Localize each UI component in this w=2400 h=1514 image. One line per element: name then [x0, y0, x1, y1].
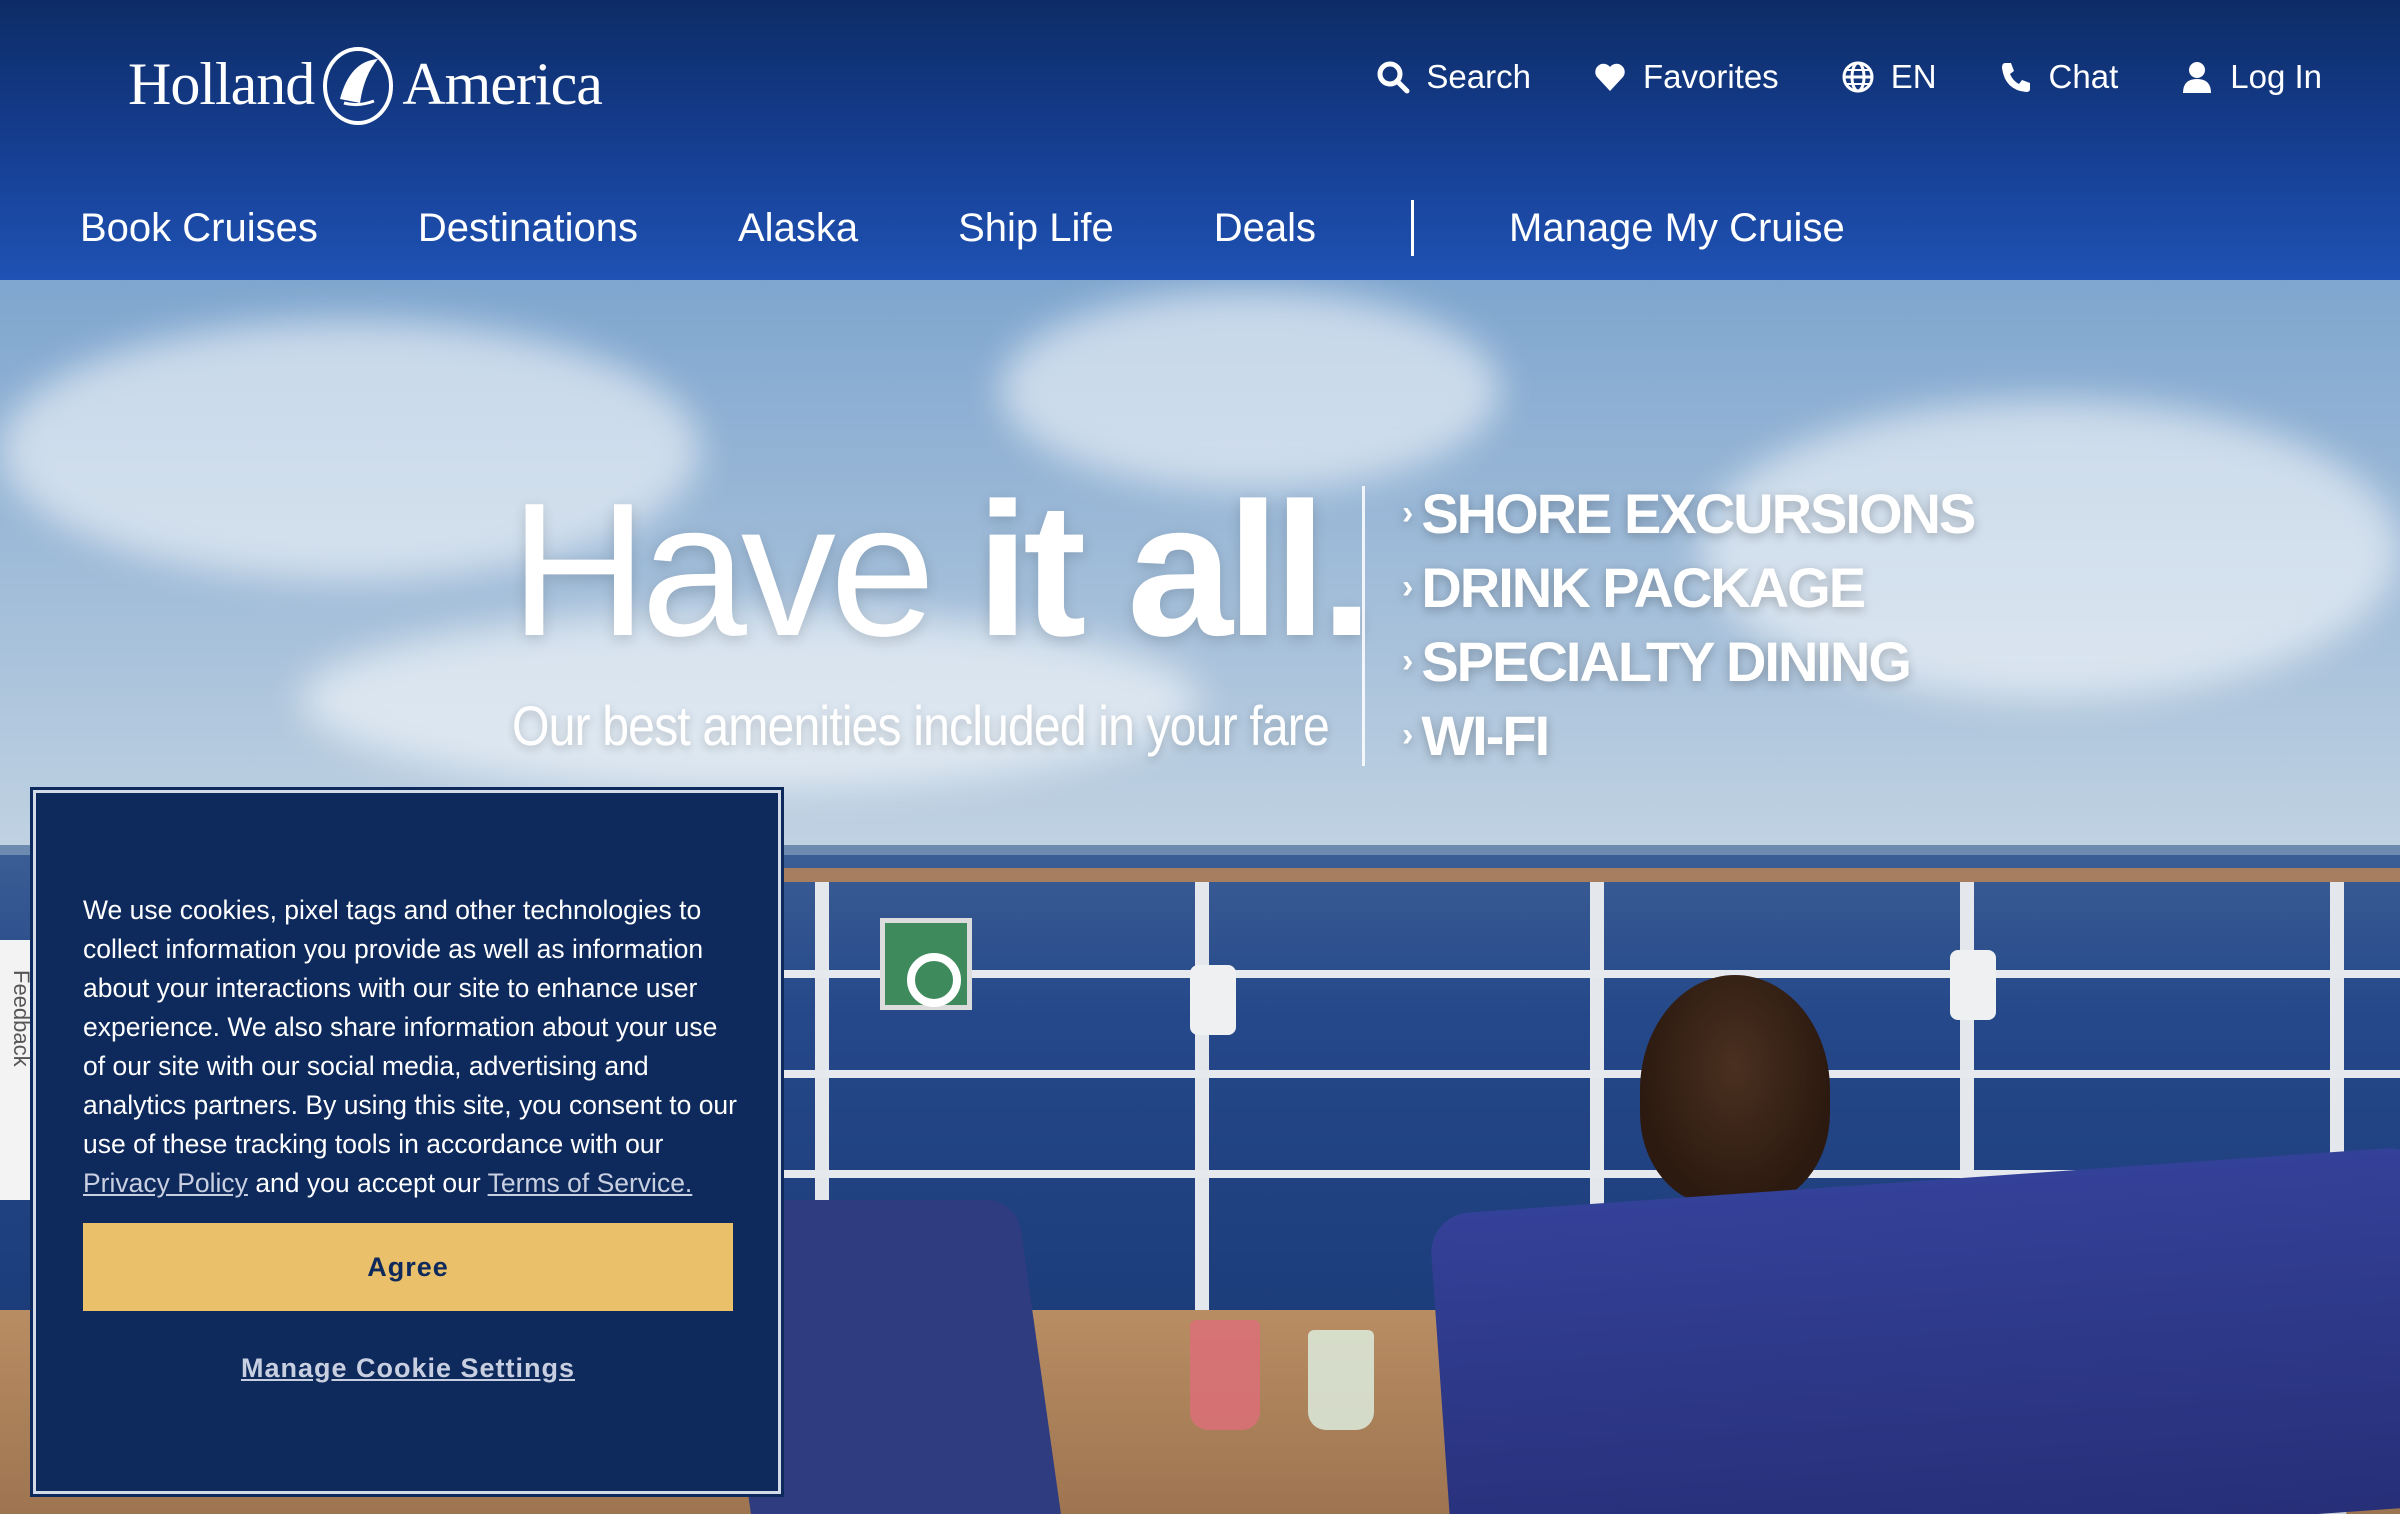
amenity-item: › SPECIALTY DINING: [1402, 624, 1974, 698]
holland-america-logo[interactable]: Holland America: [128, 34, 603, 134]
amenity-label: SHORE EXCURSIONS: [1421, 481, 1976, 545]
login-label: Log In: [2230, 58, 2322, 95]
privacy-policy-link[interactable]: Privacy Policy: [83, 1168, 248, 1198]
feedback-label: Feedback: [9, 970, 34, 1067]
search-label: Search: [1426, 58, 1531, 95]
nav-book-cruises[interactable]: Book Cruises: [80, 206, 318, 251]
hero-headline: Have it all.: [510, 475, 1373, 665]
favorites-label: Favorites: [1642, 58, 1779, 95]
amenity-label: DRINK PACKAGE: [1421, 555, 1866, 619]
cookie-middle-text: and you accept our: [255, 1168, 481, 1198]
logo-text-right: America: [402, 50, 603, 117]
favorites-link[interactable]: Favorites: [1593, 58, 1779, 96]
utility-nav: Search Favorites EN Chat Log In: [1376, 58, 2322, 96]
logo-seal-icon: [323, 47, 394, 125]
search-link[interactable]: Search: [1376, 58, 1531, 96]
feedback-tab[interactable]: Feedback: [0, 940, 36, 1200]
person-hair: [1640, 975, 1830, 1205]
cocktail-glass: [1308, 1330, 1374, 1430]
nav-divider: [1411, 200, 1414, 256]
cloud: [1000, 290, 1500, 490]
amenity-label: SPECIALTY DINING: [1421, 629, 1912, 693]
cookie-body-text: We use cookies, pixel tags and other tec…: [83, 895, 737, 1159]
chevron-right-icon: ›: [1402, 641, 1413, 680]
agree-button[interactable]: Agree: [83, 1223, 733, 1311]
chevron-right-icon: ›: [1402, 567, 1413, 606]
language-label: EN: [1890, 58, 1937, 95]
chevron-right-icon: ›: [1402, 493, 1413, 532]
user-icon: [2183, 62, 2212, 93]
language-selector[interactable]: EN: [1841, 58, 1937, 96]
globe-icon: [1842, 61, 1874, 93]
headline-light: Have: [510, 464, 977, 676]
amenity-item: › SHORE EXCURSIONS: [1402, 476, 1976, 550]
logo-text-left: Holland: [128, 50, 315, 117]
nav-manage-my-cruise[interactable]: Manage My Cruise: [1509, 206, 1845, 251]
nav-alaska[interactable]: Alaska: [738, 206, 858, 251]
phone-icon: [2001, 63, 2030, 92]
railing-bar: [760, 1070, 2400, 1078]
chat-link[interactable]: Chat: [1999, 58, 2119, 96]
amenities-list: › SHORE EXCURSIONS › DRINK PACKAGE › SPECIA…: [1402, 476, 1976, 772]
cocktail-glass: [1190, 1320, 1260, 1430]
deck-lamp: [1190, 965, 1236, 1035]
site-header: Holland America Search Favorites EN Chat…: [0, 0, 2400, 280]
cookie-consent-dialog: We use cookies, pixel tags and other tec…: [30, 787, 784, 1497]
hero-divider: [1362, 486, 1365, 766]
railing-top: [760, 868, 2400, 882]
nav-destinations[interactable]: Destinations: [418, 206, 638, 251]
headline-bold: it all.: [976, 464, 1373, 676]
search-icon: [1377, 61, 1410, 94]
terms-of-service-link[interactable]: Terms of Service.: [488, 1168, 693, 1198]
chevron-right-icon: ›: [1402, 715, 1413, 754]
amenity-label: WI-FI: [1421, 703, 1550, 767]
railing-bar: [760, 970, 2400, 978]
login-link[interactable]: Log In: [2180, 58, 2322, 96]
amenity-item: › DRINK PACKAGE: [1402, 550, 1974, 624]
amenity-item: › WI-FI: [1402, 698, 1974, 772]
hero-subline: Our best amenities included in your fare: [512, 694, 1330, 757]
main-nav: Book Cruises Destinations Alaska Ship Li…: [80, 196, 1945, 260]
heart-icon: [1595, 63, 1625, 91]
manage-cookie-settings-link[interactable]: Manage Cookie Settings: [83, 1353, 733, 1384]
lifebuoy-sign: [880, 918, 972, 1010]
nav-deals[interactable]: Deals: [1214, 206, 1316, 251]
cookie-consent-text: We use cookies, pixel tags and other tec…: [83, 891, 743, 1203]
deck-lamp: [1950, 950, 1996, 1020]
chat-label: Chat: [2048, 58, 2119, 95]
nav-ship-life[interactable]: Ship Life: [958, 206, 1114, 251]
railing-post: [1195, 875, 1209, 1335]
